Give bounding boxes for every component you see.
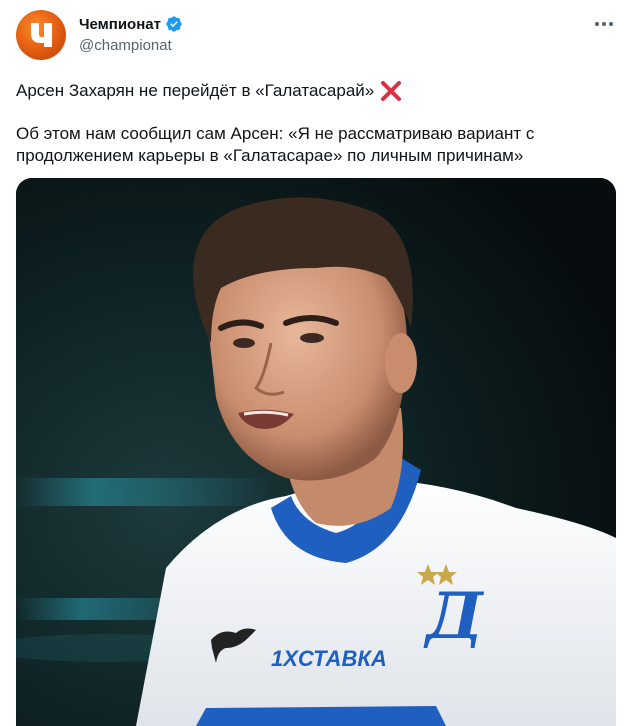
tweet-headline: Арсен Захарян не перейдёт в «Галатасарай… (16, 81, 375, 100)
svg-text:Д: Д (423, 579, 485, 654)
more-dot-icon (595, 22, 599, 26)
display-name[interactable]: Чемпионат (79, 16, 161, 33)
player-photo: Д 1XСТАВКА (16, 178, 616, 726)
verified-badge-icon (166, 16, 182, 32)
jersey-sponsor: 1XСТАВКА (271, 646, 387, 671)
cross-mark-icon (381, 81, 402, 101)
tweet: Чемпионат @championat Арсен Захарян не п… (0, 0, 631, 726)
more-dot-icon (609, 22, 613, 26)
handle[interactable]: @championat (79, 37, 172, 54)
championat-logo-icon (31, 23, 52, 47)
tweet-headline-row: Арсен Захарян не перейдёт в «Галатасарай… (16, 80, 402, 102)
more-options-button[interactable] (591, 14, 617, 34)
more-dot-icon (602, 22, 606, 26)
tweet-body: Об этом нам сообщил сам Арсен: «Я не рас… (16, 124, 535, 165)
tweet-photo[interactable]: Д 1XСТАВКА (16, 178, 616, 726)
avatar[interactable] (16, 10, 66, 60)
author-row: Чемпионат (79, 15, 183, 33)
